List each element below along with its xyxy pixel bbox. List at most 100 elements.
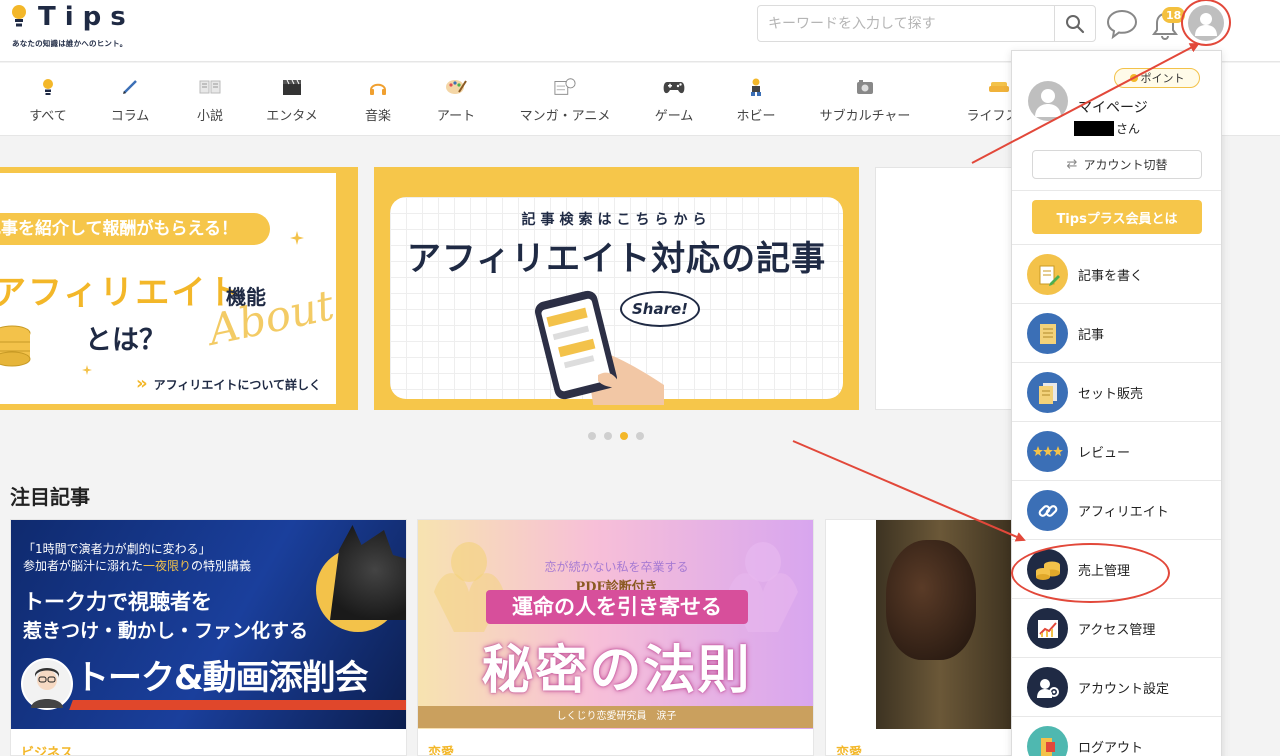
chat-icon[interactable] — [1105, 8, 1139, 40]
search-icon — [1066, 14, 1085, 33]
mypage-link[interactable]: マイページ — [1078, 97, 1148, 117]
chart-icon — [1027, 608, 1068, 649]
set-sale-icon — [1027, 372, 1068, 413]
category-subculture[interactable]: サブカルチャー — [805, 63, 925, 136]
write-article-icon — [1027, 254, 1068, 295]
menu-item-review[interactable]: レビュー — [1012, 422, 1221, 481]
banner-affiliate-toha: とは？ — [85, 325, 166, 356]
pen-icon — [119, 77, 141, 97]
article-card-3[interactable]: 恋愛 — [825, 519, 1025, 756]
sofa-icon — [988, 77, 1010, 97]
menu-item-label: 記事を書く — [1078, 269, 1144, 284]
share-bubble: Share! — [620, 291, 700, 327]
menu-item-label: レビュー — [1078, 446, 1131, 461]
category-all[interactable]: すべて — [8, 63, 88, 136]
article-card-1[interactable]: 「1時間で演者力が劇的に変わる」 参加者が脳汁に溺れた一夜限りの特別講義 トーク… — [10, 519, 407, 756]
banner-search-title: アフィリエイト対応の記事 — [406, 239, 827, 279]
headphones-icon — [367, 77, 389, 97]
points-label: ポイント — [1140, 72, 1185, 85]
menu-item-set-sale[interactable]: セット販売 — [1012, 363, 1221, 422]
carousel-dot-4[interactable] — [636, 432, 644, 440]
article-card-2[interactable]: 恋が続かない私を卒業する PDF診断付き 運命の人を引き寄せる 秘密の法則 しく… — [417, 519, 814, 756]
thumb-text-line4: 惹きつけ・動かし・ファン化する — [23, 620, 309, 642]
tips-plus-button[interactable]: Tipsプラス会員とは — [1032, 200, 1202, 234]
thumb-text-line2: 参加者が脳汁に溺れた一夜限りの特別講義 — [23, 559, 252, 573]
logout-icon — [1027, 726, 1068, 756]
man-photo-head — [886, 540, 976, 660]
menu-avatar[interactable] — [1028, 81, 1068, 121]
category-novel[interactable]: 小説 — [170, 63, 250, 136]
thumb-text-line5: トーク&動画添削会 — [75, 658, 369, 698]
thumb-text-line1: 「1時間で演者力が劇的に変わる」 — [23, 542, 211, 556]
user-avatar-button[interactable] — [1188, 5, 1224, 41]
thumb-text-footer: しくじり恋愛研究員 涙子 — [418, 706, 813, 728]
link-icon — [1027, 490, 1068, 531]
menu-item-label: セット販売 — [1078, 387, 1144, 402]
category-hobby[interactable]: ホビー — [716, 63, 796, 136]
article-category: 恋愛 — [836, 746, 863, 756]
article-thumbnail — [826, 520, 1025, 729]
menu-item-account-settings[interactable]: アカウント設定 — [1012, 658, 1221, 717]
menu-item-sales-management[interactable]: 売上管理 — [1012, 540, 1221, 599]
camera-icon — [854, 77, 876, 97]
banner-affiliate-search[interactable]: 記事検索はこちらから アフィリエイト対応の記事 Share! — [374, 167, 859, 410]
tips-page: Tips あなたの知識は誰かへのヒント。 18 — [0, 0, 1280, 756]
category-game[interactable]: ゲーム — [634, 63, 714, 136]
lightbulb-icon — [37, 77, 59, 97]
menu-item-access-management[interactable]: アクセス管理 — [1012, 599, 1221, 658]
tips-logo[interactable]: Tips あなたの知識は誰かへのヒント。 — [8, 2, 138, 50]
menu-item-write-article[interactable]: 記事を書く — [1012, 245, 1221, 304]
author-avatar — [21, 658, 73, 710]
banner-affiliate-panel: 記事を紹介して報酬がもらえる！ アフィリエイト 機能 About とは？ » アフ… — [0, 173, 338, 404]
carousel-dot-3[interactable] — [620, 432, 628, 440]
banner-affiliate-stripe: 記事を紹介して報酬がもらえる！ — [0, 213, 270, 245]
thumb-text-line3: トーク力で視聴者を — [23, 590, 212, 614]
banner-affiliate-about[interactable]: 記事を紹介して報酬がもらえる！ アフィリエイト 機能 About とは？ » アフ… — [0, 167, 358, 410]
banner-affiliate-link[interactable]: » アフィリエイトについて詳しく — [136, 373, 321, 394]
search-button[interactable] — [1054, 6, 1095, 41]
palette-icon — [445, 77, 467, 97]
points-badge[interactable]: ポイント — [1114, 68, 1200, 88]
article-category: ビジネス — [21, 746, 74, 756]
logo-text: Tips — [38, 2, 135, 32]
menu-plus-section: Tipsプラス会員とは — [1012, 191, 1221, 245]
carousel-dot-1[interactable] — [588, 432, 596, 440]
redacted-name — [1074, 120, 1114, 136]
menu-item-articles[interactable]: 記事 — [1012, 304, 1221, 363]
search-input[interactable] — [758, 6, 1054, 41]
swap-icon: ⇄ — [1066, 157, 1078, 172]
featured-section-title: 注目記事 — [10, 485, 90, 509]
thumb-text-top: 恋が続かない私を卒業する — [544, 560, 689, 574]
menu-item-logout[interactable]: ログアウト — [1012, 717, 1221, 756]
logo-tagline: あなたの知識は誰かへのヒント。 — [12, 39, 128, 48]
article-thumbnail: 恋が続かない私を卒業する PDF診断付き 運命の人を引き寄せる 秘密の法則 しく… — [418, 520, 813, 729]
carousel-dot-2[interactable] — [604, 432, 612, 440]
menu-item-affiliate[interactable]: アフィリエイト — [1012, 481, 1221, 540]
manga-icon — [554, 77, 576, 97]
review-stars-icon — [1027, 431, 1068, 472]
hobby-icon — [745, 77, 767, 97]
decorative-stroke — [69, 700, 406, 710]
account-switch-button[interactable]: ⇄ アカウント切替 — [1032, 150, 1202, 179]
article-category: 恋愛 — [428, 746, 455, 756]
category-music[interactable]: 音楽 — [338, 63, 418, 136]
coin-icon — [1129, 74, 1138, 82]
book-icon — [199, 77, 221, 97]
thumb-text-big: 秘密の法則 — [481, 640, 752, 701]
clapperboard-icon — [281, 77, 303, 97]
gamepad-icon — [663, 77, 685, 97]
category-entertainment[interactable]: エンタメ — [252, 63, 332, 136]
category-art[interactable]: アート — [416, 63, 496, 136]
menu-item-label: 売上管理 — [1078, 564, 1131, 579]
category-manga-anime[interactable]: マンガ・アニメ — [505, 63, 625, 136]
lightbulb-icon — [12, 5, 26, 27]
banner-partial[interactable] — [875, 167, 1025, 410]
menu-profile-section: ポイント マイページ さん ⇄ アカウント切替 — [1012, 51, 1221, 191]
article-icon — [1027, 313, 1068, 354]
category-column[interactable]: コラム — [90, 63, 170, 136]
user-icon — [1195, 13, 1217, 36]
notification-badge: 18 — [1162, 7, 1186, 23]
carousel-dots — [588, 432, 648, 440]
username: さん — [1074, 120, 1140, 136]
menu-item-label: アフィリエイト — [1078, 505, 1169, 520]
